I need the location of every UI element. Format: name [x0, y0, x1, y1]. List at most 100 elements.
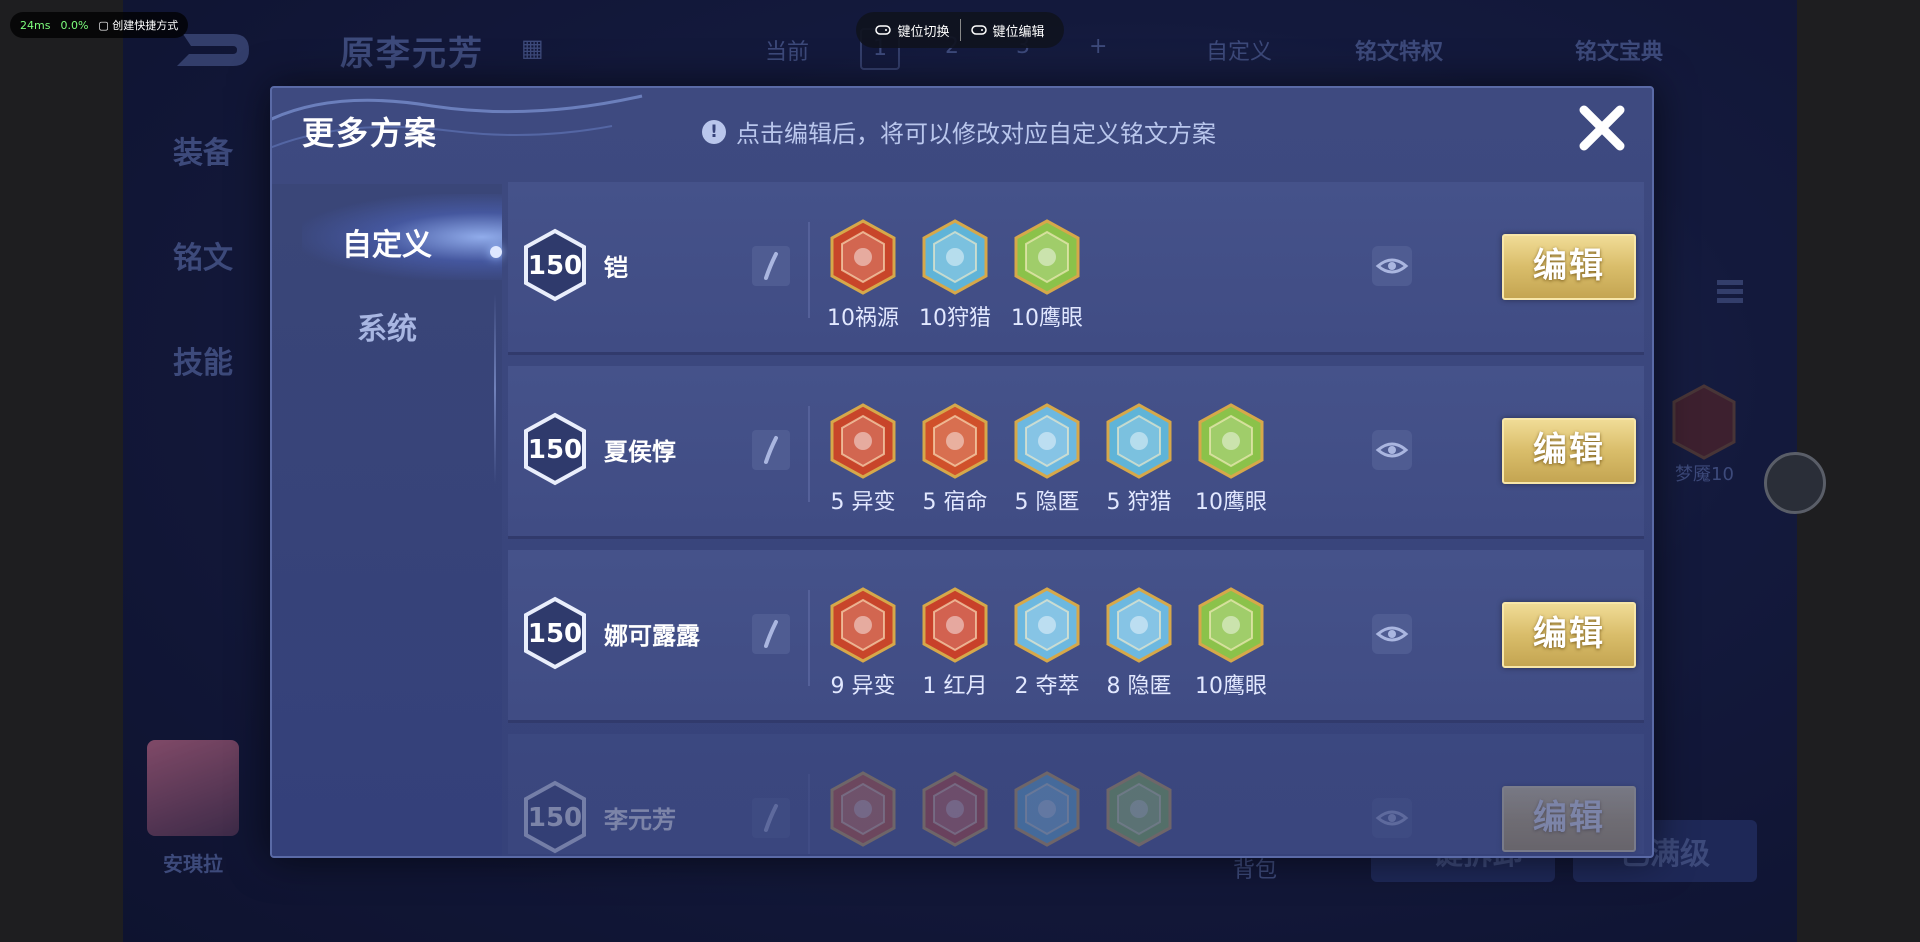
create-shortcut-label: 创建快捷方式	[112, 19, 179, 32]
rune-red-flame-icon	[922, 403, 988, 479]
row-divider	[808, 590, 810, 686]
cpu-readout: 0.0%	[60, 18, 89, 32]
rune-label: 9 异变	[830, 674, 896, 699]
rune-label: 10鹰眼	[1195, 490, 1267, 515]
rename-button[interactable]	[752, 798, 790, 838]
tab-system[interactable]: 系统	[272, 304, 502, 348]
key-edit-button[interactable]: 键位编辑	[970, 21, 1045, 40]
info-icon: !	[702, 119, 726, 144]
edit-button[interactable]: 编辑	[1502, 418, 1636, 484]
plan-row: 150 李元芳 编辑	[508, 734, 1644, 854]
rune-item: 10祸源	[823, 218, 903, 338]
pen-icon	[764, 252, 778, 280]
rune-item: 10鹰眼	[1007, 218, 1087, 338]
rune-red-gate-icon	[830, 587, 896, 663]
rune-green-clover-icon	[1198, 587, 1264, 663]
tab-custom[interactable]: 自定义	[272, 220, 502, 264]
dialog-hint-text: 点击编辑后，将可以修改对应自定义铭文方案	[736, 120, 1216, 148]
row-divider	[808, 222, 810, 318]
key-switch-label: 键位切换	[897, 24, 950, 40]
preview-button[interactable]	[1372, 798, 1412, 838]
create-shortcut-link[interactable]: ▢ 创建快捷方式	[98, 17, 178, 33]
level-value: 150	[528, 619, 582, 649]
rune-green-clover-icon	[1106, 771, 1172, 847]
plan-category-nav: 自定义 系统	[272, 184, 502, 856]
rename-button[interactable]	[752, 246, 790, 286]
rune-item: 9 异变	[823, 586, 903, 706]
perf-overlay: 24ms 0.0% ▢ 创建快捷方式	[10, 12, 189, 38]
rune-label: 10鹰眼	[1195, 674, 1267, 699]
rune-item	[1007, 770, 1087, 854]
dialog-hint: ! 点击编辑后，将可以修改对应自定义铭文方案	[702, 114, 1216, 149]
plan-list: 150 铠 10祸源 10狩猎 10鹰眼 编辑 150 夏侯惇 5 异变 5 宿命 5 隐匿 5 狩猎…	[508, 182, 1644, 854]
rune-blue-lightning-icon	[1014, 771, 1080, 847]
rune-item: 10鹰眼	[1191, 402, 1271, 522]
rune-label: 5 异变	[830, 490, 896, 515]
plan-name: 夏侯惇	[604, 438, 676, 466]
key-switch-button[interactable]: 键位切换	[875, 21, 950, 40]
rune-item: 1 红月	[915, 586, 995, 706]
rune-item: 2 夺萃	[1007, 586, 1087, 706]
pen-icon	[764, 436, 778, 464]
rune-label: 2 夺萃	[1014, 674, 1080, 699]
pen-icon	[764, 620, 778, 648]
more-plans-dialog: 更多方案 ! 点击编辑后，将可以修改对应自定义铭文方案 自定义 系统 150 铠 1…	[270, 86, 1654, 858]
gamepad-icon	[875, 25, 892, 35]
rune-label: 10鹰眼	[1011, 306, 1083, 331]
plan-row: 150 夏侯惇 5 异变 5 宿命 5 隐匿 5 狩猎 10鹰眼 编辑	[508, 366, 1644, 539]
rune-blue-drop-icon	[1014, 403, 1080, 479]
rune-item: 5 宿命	[915, 402, 995, 522]
rune-blue-lightning-icon	[1106, 403, 1172, 479]
level-value: 150	[528, 803, 582, 833]
preview-button[interactable]	[1372, 246, 1412, 286]
rune-label: 10狩猎	[919, 306, 991, 331]
plan-name: 李元芳	[604, 806, 676, 834]
preview-button[interactable]	[1372, 430, 1412, 470]
rune-item	[1099, 770, 1179, 854]
preview-button[interactable]	[1372, 614, 1412, 654]
edit-button[interactable]: 编辑	[1502, 234, 1636, 300]
pill-divider	[959, 19, 961, 41]
rename-button[interactable]	[752, 430, 790, 470]
rune-label: 5 隐匿	[1014, 490, 1080, 515]
rune-green-clover-icon	[1198, 403, 1264, 479]
rune-item: 10狩猎	[915, 218, 995, 338]
rune-label: 5 狩猎	[1106, 490, 1172, 515]
rune-blue-knot-icon	[1014, 587, 1080, 663]
floating-assist-button[interactable]	[1764, 452, 1826, 514]
pen-icon	[764, 804, 778, 832]
eye-icon	[1375, 258, 1409, 274]
rune-item: 5 隐匿	[1007, 402, 1087, 522]
rune-label: 8 隐匿	[1106, 674, 1172, 699]
edit-button[interactable]: 编辑	[1502, 602, 1636, 668]
gamepad-icon	[970, 25, 987, 35]
rune-label: 10祸源	[827, 306, 899, 331]
key-mapping-pill: 键位切换 键位编辑	[856, 12, 1064, 48]
plan-row: 150 娜可露露 9 异变 1 红月 2 夺萃 8 隐匿 10鹰眼 编辑	[508, 550, 1644, 723]
eye-icon	[1375, 810, 1409, 826]
rune-red-moon-icon	[922, 587, 988, 663]
level-badge: 150	[524, 228, 586, 302]
rune-blue-drop-icon	[1106, 587, 1172, 663]
dialog-title: 更多方案	[302, 114, 439, 152]
latency-readout: 24ms	[20, 18, 51, 32]
rune-blue-lightning-icon	[922, 219, 988, 295]
rune-label: 5 宿命	[922, 490, 988, 515]
edit-button[interactable]: 编辑	[1502, 786, 1636, 852]
rune-item	[915, 770, 995, 854]
rune-red-claw-icon	[830, 219, 896, 295]
rune-red-flame-icon	[830, 771, 896, 847]
level-value: 150	[528, 251, 582, 281]
rune-red-moon-icon	[922, 771, 988, 847]
rune-item: 5 异变	[823, 402, 903, 522]
row-divider	[808, 774, 810, 854]
close-icon[interactable]	[1572, 98, 1632, 158]
plan-name: 娜可露露	[604, 622, 700, 650]
rune-label: 1 红月	[922, 674, 988, 699]
rune-item: 8 隐匿	[1099, 586, 1179, 706]
row-divider	[808, 406, 810, 502]
rename-button[interactable]	[752, 614, 790, 654]
level-badge: 150	[524, 412, 586, 486]
rune-red-gate-icon	[830, 403, 896, 479]
rune-item: 5 狩猎	[1099, 402, 1179, 522]
